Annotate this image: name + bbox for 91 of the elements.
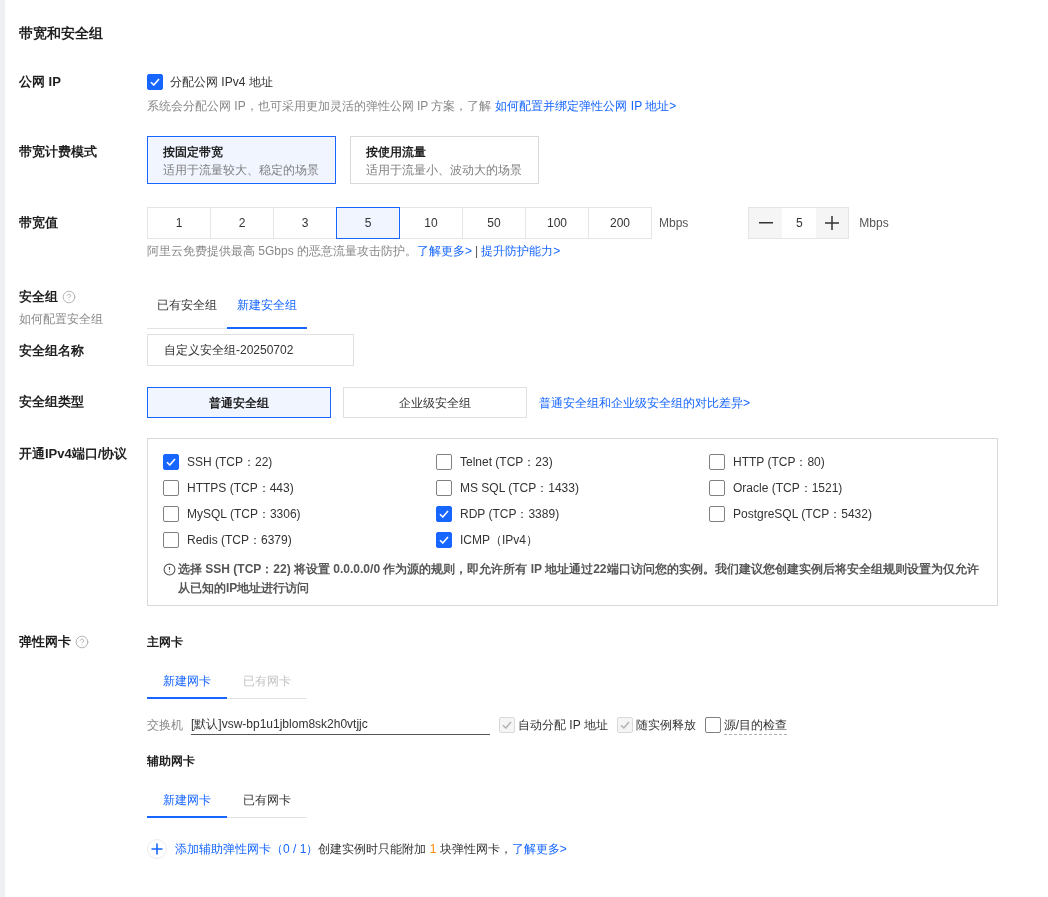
- hint-text: 系统会分配公网 IP，也可采用更加灵活的弹性公网 IP 方案，了解: [147, 98, 492, 115]
- field-label: 安全组: [19, 288, 58, 306]
- billing-option-card[interactable]: 按使用流量 适用于流量小、波动大的场景: [350, 136, 539, 184]
- help-icon[interactable]: [75, 635, 89, 649]
- checkbox-label: ICMP（IPv4）: [460, 532, 538, 549]
- plus-icon[interactable]: [147, 839, 167, 859]
- bandwidth-option[interactable]: 200: [588, 207, 652, 239]
- subsection-title: 辅助网卡: [147, 754, 195, 768]
- checkbox[interactable]: [163, 532, 179, 548]
- unit-label: Mbps: [859, 215, 889, 232]
- help-icon[interactable]: [62, 290, 76, 304]
- protection-link[interactable]: 提升防护能力>: [481, 241, 561, 261]
- comparison-link[interactable]: 普通安全组和企业级安全组的对比差异>: [539, 393, 750, 412]
- field-label: 开通IPv4端口/协议: [19, 446, 128, 461]
- checkbox[interactable]: [163, 506, 179, 522]
- bandwidth-option[interactable]: 5: [336, 207, 400, 239]
- checkbox[interactable]: [704, 717, 721, 733]
- checkbox[interactable]: [709, 454, 725, 470]
- bandwidth-option[interactable]: 50: [462, 207, 526, 239]
- help-link[interactable]: 如何配置并绑定弹性公网 IP 地址>: [495, 96, 677, 116]
- checkbox[interactable]: [147, 74, 163, 90]
- help-text: 如何配置安全组: [19, 312, 103, 326]
- bandwidth-option[interactable]: 2: [210, 207, 274, 239]
- option-title: 按使用流量: [366, 145, 426, 159]
- learn-more-link[interactable]: 了解更多>: [511, 840, 567, 858]
- minus-icon: [758, 222, 773, 224]
- tab[interactable]: 新建网卡: [147, 784, 227, 818]
- checkbox-label: PostgreSQL (TCP：5432): [733, 506, 872, 523]
- billing-option-card[interactable]: 按固定带宽 适用于流量较大、稳定的场景: [147, 136, 336, 184]
- checkbox-label: SSH (TCP：22): [187, 454, 273, 471]
- checkmark-icon: [439, 536, 449, 544]
- warning-note: 选择 SSH (TCP：22) 将设置 0.0.0.0/0 作为源的规则，即允许所有 IP 地址通过22端口访问您的实例。我们建议您创建实例后将安全组规则设置为仅允许从已知的IP地址进行访问: [178, 561, 980, 597]
- unit-label: Mbps: [659, 215, 689, 232]
- tab[interactable]: 已有安全组: [147, 281, 227, 329]
- checkbox[interactable]: [436, 480, 452, 496]
- name-input[interactable]: 自定义安全组-20250702: [147, 334, 354, 366]
- checkbox-label: MS SQL (TCP：1433): [460, 480, 579, 497]
- checkbox[interactable]: [436, 454, 452, 470]
- checkmark-icon: [502, 721, 512, 729]
- increase-button[interactable]: [816, 208, 849, 238]
- tab[interactable]: 新建网卡: [147, 665, 227, 699]
- limit-note: 创建实例时只能附加 1 块弹性网卡，: [318, 841, 512, 858]
- checkbox-label: RDP (TCP：3389): [460, 506, 560, 523]
- checkmark-icon: [150, 78, 160, 86]
- checkbox[interactable]: [436, 506, 452, 522]
- checkbox-label: MySQL (TCP：3306): [187, 506, 301, 523]
- checkbox[interactable]: [709, 480, 725, 496]
- option-description: 适用于流量小、波动大的场景: [366, 163, 522, 177]
- checkbox[interactable]: [436, 532, 452, 548]
- field-label: 安全组类型: [19, 394, 84, 409]
- tab[interactable]: 已有网卡: [227, 784, 307, 818]
- bandwidth-option[interactable]: 1: [147, 207, 211, 239]
- checkbox-label: 源/目的检查: [723, 715, 788, 735]
- checkbox-label: 随实例释放: [635, 716, 696, 734]
- tab[interactable]: 新建安全组: [227, 281, 307, 329]
- checkbox-label: Redis (TCP：6379): [187, 532, 292, 549]
- checkbox[interactable]: [163, 480, 179, 496]
- checkbox-label: 分配公网 IPv4 地址: [170, 74, 273, 91]
- learn-more-link[interactable]: 了解更多>: [417, 241, 473, 261]
- switch-field[interactable]: [默认]vsw-bp1u1jblom8sk2h0vtjjc: [191, 715, 490, 735]
- field-label: 弹性网卡: [19, 633, 71, 651]
- hint-text: 阿里云免费提供最高 5Gbps 的恶意流量攻击防护。: [147, 243, 418, 260]
- field-label: 公网 IP: [19, 74, 61, 89]
- checkbox-label: Telnet (TCP：23): [460, 454, 553, 471]
- field-label: 交换机: [147, 717, 183, 734]
- field-label: 安全组名称: [19, 343, 84, 358]
- field-label: 带宽计费模式: [19, 144, 97, 159]
- checkbox[interactable]: [163, 454, 179, 470]
- warning-icon: [163, 563, 176, 576]
- field-label: 带宽值: [19, 215, 58, 230]
- checkbox[interactable]: [709, 506, 725, 522]
- checkbox-label: HTTP (TCP：80): [733, 454, 825, 471]
- checkbox-label: HTTPS (TCP：443): [187, 480, 294, 497]
- checkmark-icon: [619, 721, 630, 729]
- bandwidth-option[interactable]: 100: [525, 207, 589, 239]
- add-nic-link[interactable]: 添加辅助弹性网卡（0 / 1）: [175, 840, 319, 858]
- link-separator: |: [475, 243, 479, 260]
- subsection-title: 主网卡: [147, 635, 183, 649]
- type-option[interactable]: 企业级安全组: [343, 387, 527, 418]
- checkbox-label: 自动分配 IP 地址: [518, 716, 608, 734]
- bandwidth-option[interactable]: 10: [399, 207, 463, 239]
- type-option[interactable]: 普通安全组: [147, 387, 331, 418]
- checkbox-label: Oracle (TCP：1521): [733, 480, 843, 497]
- option-description: 适用于流量较大、稳定的场景: [163, 163, 319, 177]
- section-title: 带宽和安全组: [19, 25, 103, 41]
- bandwidth-option[interactable]: 3: [273, 207, 337, 239]
- option-title: 按固定带宽: [163, 145, 223, 159]
- decrease-button[interactable]: [749, 208, 783, 238]
- checkmark-icon: [166, 458, 176, 466]
- plus-icon: [825, 216, 840, 230]
- checkmark-icon: [439, 510, 449, 518]
